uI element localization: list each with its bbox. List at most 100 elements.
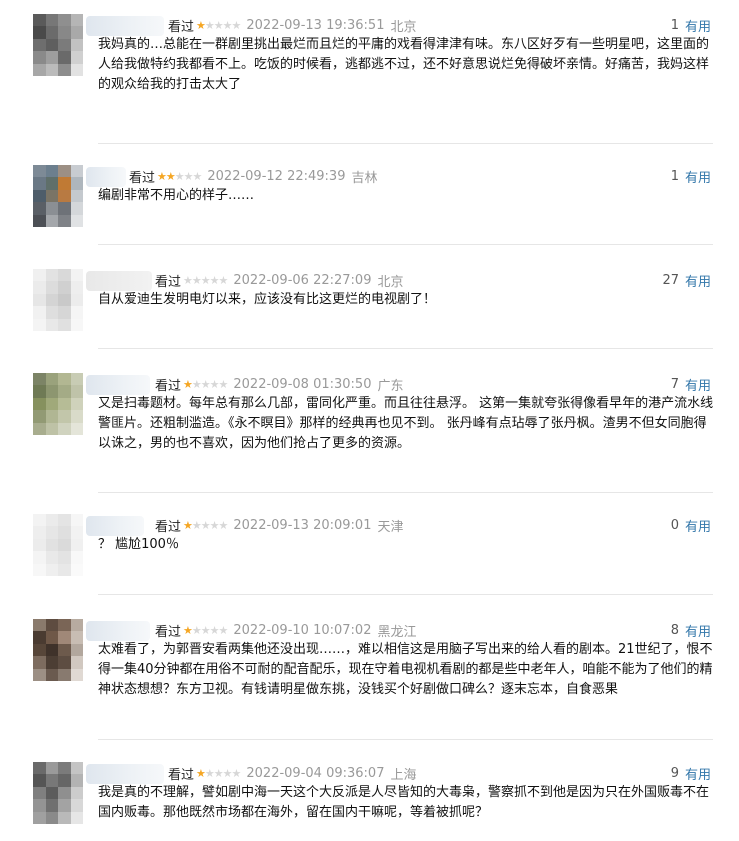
star-empty-icon: ★	[231, 766, 242, 780]
divider	[98, 594, 713, 595]
useful-button[interactable]: 有用	[685, 16, 711, 35]
comment-text: 自从爱迪生发明电灯以来，应该没有比这更烂的电视剧了！	[98, 292, 437, 307]
rating-stars: ★ ★ ★ ★ ★	[196, 18, 242, 32]
username-blurred[interactable]	[86, 375, 150, 395]
comment-time: 2022-09-13 20:09:01	[233, 517, 372, 533]
comment-text: 太难看了，为郭晋安看两集他还没出现……，难以相信这是用脑子写出来的给人看的剧本。…	[98, 642, 713, 697]
rating-stars: ★ ★ ★ ★ ★	[183, 273, 229, 287]
star-empty-icon: ★	[218, 273, 229, 287]
seen-label: 看过	[168, 767, 195, 783]
star-empty-icon: ★	[191, 273, 202, 287]
star-filled-icon: ★	[157, 169, 167, 183]
comment-time: 2022-09-04 09:36:07	[246, 765, 385, 781]
username-blurred[interactable]	[86, 621, 150, 641]
comment-meta: 看过 ★ ★ ★ ★ ★ 2022-09-06 22:27:09 北京	[155, 269, 403, 291]
avatar[interactable]	[33, 269, 83, 331]
avatar[interactable]	[33, 514, 83, 576]
star-empty-icon: ★	[213, 766, 224, 780]
rating-stars: ★ ★ ★ ★ ★	[183, 377, 229, 391]
star-filled-icon: ★	[196, 18, 206, 32]
avatar[interactable]	[33, 619, 83, 681]
comment-location: 北京	[377, 274, 404, 290]
vote-count: 8	[670, 622, 679, 638]
vote-area: 0 有用	[671, 514, 711, 536]
star-filled-icon: ★	[183, 623, 193, 637]
star-empty-icon: ★	[200, 273, 211, 287]
star-empty-icon: ★	[222, 18, 233, 32]
comment-text: ？ 尴尬100％	[98, 537, 179, 552]
username-blurred[interactable]	[86, 271, 152, 291]
star-empty-icon: ★	[209, 518, 220, 532]
avatar[interactable]	[33, 762, 83, 824]
useful-button[interactable]: 有用	[685, 621, 711, 640]
avatar[interactable]	[33, 14, 83, 76]
divider	[98, 244, 713, 245]
rating-stars: ★ ★ ★ ★ ★	[157, 169, 203, 183]
comment-time: 2022-09-08 01:30:50	[233, 376, 372, 392]
divider	[98, 143, 713, 144]
username-blurred[interactable]	[86, 764, 164, 784]
seen-label: 看过	[129, 170, 156, 186]
avatar[interactable]	[33, 165, 83, 227]
comment-time: 2022-09-10 10:07:02	[233, 622, 372, 638]
star-empty-icon: ★	[192, 169, 203, 183]
star-filled-icon: ★	[183, 518, 193, 532]
vote-count: 0	[670, 517, 679, 533]
star-empty-icon: ★	[183, 273, 193, 287]
comment-text: 我妈真的…总能在一群剧里挑出最烂而且烂的平庸的戏看得津津有味。东八区好歹有一些明…	[98, 37, 710, 92]
comment-meta: 看过 ★ ★ ★ ★ ★ 2022-09-13 19:36:51 北京	[168, 14, 416, 36]
username-blurred[interactable]	[86, 16, 164, 36]
divider	[98, 348, 713, 349]
comment-location: 广东	[377, 378, 404, 394]
star-empty-icon: ★	[191, 518, 202, 532]
star-empty-icon: ★	[231, 18, 242, 32]
comment-list: 看过 ★ ★ ★ ★ ★ 2022-09-13 19:36:51 北京 1 有用 我妈真…	[0, 0, 739, 841]
comment-location: 天津	[377, 519, 404, 535]
useful-button[interactable]: 有用	[685, 271, 711, 290]
seen-label: 看过	[168, 19, 195, 35]
star-empty-icon: ★	[213, 18, 224, 32]
star-empty-icon: ★	[204, 18, 215, 32]
avatar[interactable]	[33, 373, 83, 435]
vote-area: 7 有用	[671, 373, 711, 395]
useful-button[interactable]: 有用	[685, 167, 711, 186]
seen-label: 看过	[155, 274, 182, 290]
comment-time: 2022-09-06 22:27:09	[233, 272, 372, 288]
star-filled-icon: ★	[165, 169, 176, 183]
rating-stars: ★ ★ ★ ★ ★	[183, 518, 229, 532]
username-blurred[interactable]	[86, 516, 144, 536]
star-empty-icon: ★	[209, 377, 220, 391]
vote-count: 1	[670, 168, 679, 184]
comment-meta: 看过 ★ ★ ★ ★ ★ 2022-09-12 22:49:39 吉林	[129, 165, 377, 187]
useful-button[interactable]: 有用	[685, 516, 711, 535]
comment-location: 黑龙江	[377, 624, 417, 640]
useful-button[interactable]: 有用	[685, 764, 711, 783]
comment-text: 又是扫毒题材。每年总有那么几部，雷同化严重。而且往往悬浮。 这第一集就夸张得像看…	[98, 396, 714, 451]
comment-time: 2022-09-13 19:36:51	[246, 17, 385, 33]
star-empty-icon: ★	[183, 169, 194, 183]
star-empty-icon: ★	[218, 377, 229, 391]
useful-button[interactable]: 有用	[685, 375, 711, 394]
star-empty-icon: ★	[209, 273, 220, 287]
username-blurred[interactable]	[86, 167, 126, 187]
star-empty-icon: ★	[218, 518, 229, 532]
vote-count: 9	[670, 765, 679, 781]
vote-area: 1 有用	[671, 14, 711, 36]
star-empty-icon: ★	[204, 766, 215, 780]
star-empty-icon: ★	[218, 623, 229, 637]
star-empty-icon: ★	[209, 623, 220, 637]
vote-count: 1	[670, 17, 679, 33]
rating-stars: ★ ★ ★ ★ ★	[196, 766, 242, 780]
star-empty-icon: ★	[191, 623, 202, 637]
star-filled-icon: ★	[183, 377, 193, 391]
comment-time: 2022-09-12 22:49:39	[207, 168, 346, 184]
vote-area: 8 有用	[671, 619, 711, 641]
comment-location: 吉林	[351, 170, 378, 186]
comment-meta: 看过 ★ ★ ★ ★ ★ 2022-09-08 01:30:50 广东	[155, 373, 403, 395]
star-empty-icon: ★	[200, 623, 211, 637]
star-empty-icon: ★	[200, 377, 211, 391]
seen-label: 看过	[155, 378, 182, 394]
star-empty-icon: ★	[222, 766, 233, 780]
comment-meta: 看过 ★ ★ ★ ★ ★ 2022-09-10 10:07:02 黑龙江	[155, 619, 416, 641]
comment-meta: 看过 ★ ★ ★ ★ ★ 2022-09-04 09:36:07 上海	[168, 762, 416, 784]
